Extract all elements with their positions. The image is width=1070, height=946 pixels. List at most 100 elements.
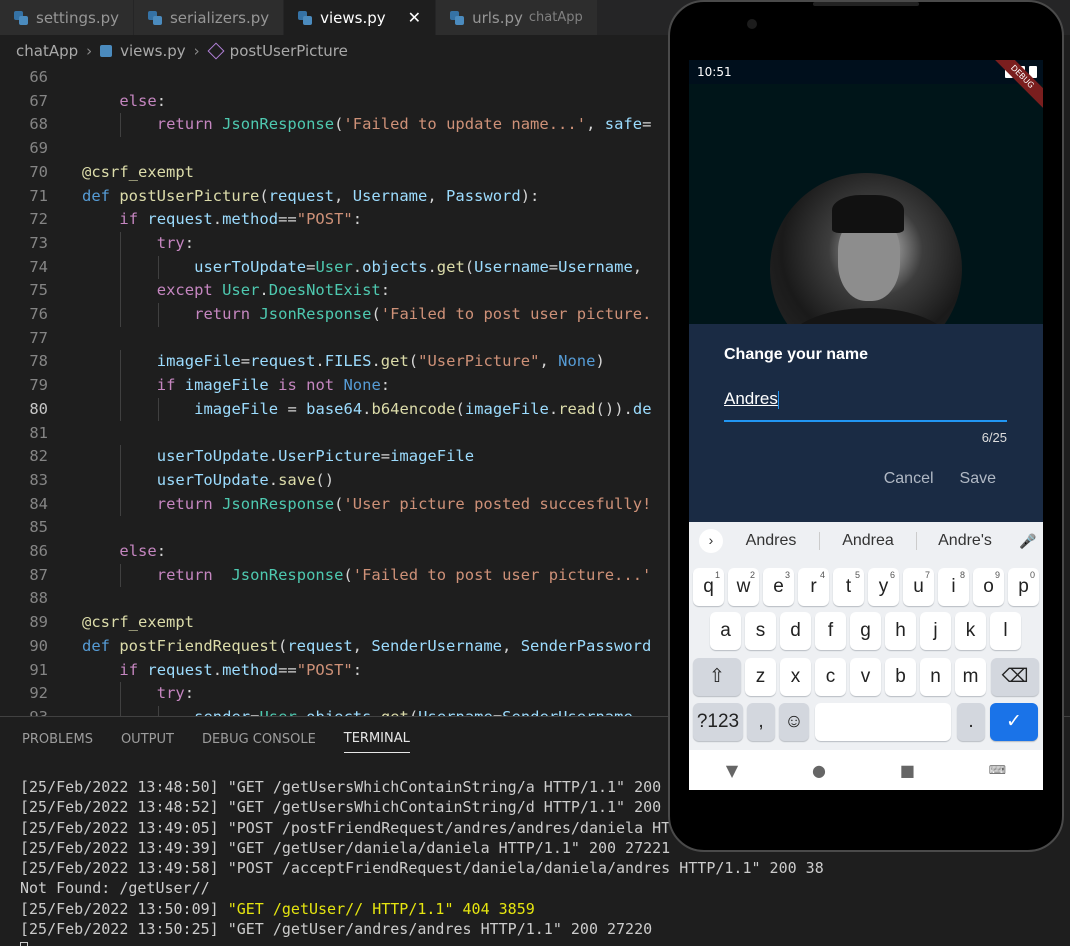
name-input[interactable]: Andres — [724, 386, 1007, 422]
breadcrumb-folder[interactable]: chatApp — [16, 42, 78, 60]
key-y[interactable]: y6 — [868, 568, 899, 606]
recents-nav-icon[interactable]: ■ — [900, 761, 915, 780]
code-line[interactable]: 70 @csrf_exempt — [0, 161, 680, 185]
emoji-key[interactable]: ☺ — [779, 703, 809, 741]
code-line[interactable]: 81 — [0, 422, 680, 446]
line-number: 91 — [29, 660, 48, 679]
key-n[interactable]: n — [920, 658, 951, 696]
suggestion-2[interactable]: Andrea — [820, 532, 916, 550]
key-d[interactable]: d — [780, 612, 811, 650]
code-text: userToUpdate.save() — [156, 470, 335, 489]
tab-label: settings.py — [36, 8, 119, 27]
code-line[interactable]: 78 imageFile=request.FILES.get("UserPict… — [0, 350, 680, 375]
code-line[interactable]: 92 try: — [0, 682, 680, 706]
key-k[interactable]: k — [955, 612, 986, 650]
breadcrumb-file[interactable]: views.py — [120, 42, 186, 60]
home-nav-icon[interactable]: ● — [812, 761, 826, 780]
key-q[interactable]: q1 — [693, 568, 724, 606]
tab-views-py[interactable]: views.py ✕ — [284, 0, 437, 35]
save-button[interactable]: Save — [960, 470, 996, 488]
line-number: 89 — [29, 613, 48, 632]
code-line[interactable]: 90 def postFriendRequest(request, SenderU… — [0, 635, 680, 659]
suggestion-3[interactable]: Andre's — [917, 532, 1013, 550]
key-z[interactable]: z — [745, 658, 776, 696]
key-row-3: ⇧ z x c v b n m ⌫ — [689, 658, 1043, 696]
key-m[interactable]: m — [955, 658, 986, 696]
close-icon[interactable]: ✕ — [408, 8, 421, 27]
code-line[interactable]: 83 userToUpdate.save() — [0, 468, 680, 493]
code-line[interactable]: 69 — [0, 137, 680, 161]
key-x[interactable]: x — [780, 658, 811, 696]
code-line[interactable]: 75 except User.DoesNotExist: — [0, 279, 680, 303]
code-line[interactable]: 76 return JsonResponse('Failed to post u… — [0, 303, 680, 327]
key-s[interactable]: s — [745, 612, 776, 650]
python-file-icon — [100, 45, 113, 57]
code-text: if imageFile is not None: — [156, 376, 391, 395]
breadcrumb-symbol[interactable]: postUserPicture — [230, 42, 348, 60]
tab-serializers-py[interactable]: serializers.py — [133, 0, 285, 35]
code-line[interactable]: 87 return JsonResponse('Failed to post u… — [0, 563, 680, 588]
char-counter: 6/25 — [981, 430, 1007, 445]
tab-urls-py[interactable]: urls.py chatApp — [436, 0, 598, 35]
key-a[interactable]: a — [710, 612, 741, 650]
key-t[interactable]: t5 — [833, 568, 864, 606]
key-w[interactable]: w2 — [728, 568, 759, 606]
code-line[interactable]: 86 else: — [0, 540, 680, 564]
comma-key[interactable]: , — [747, 703, 775, 741]
code-line[interactable]: 67 else: — [0, 90, 680, 114]
code-line[interactable]: 77 — [0, 327, 680, 351]
code-line[interactable]: 71 def postUserPicture(request, Username,… — [0, 185, 680, 209]
code-line[interactable]: 72 if request.method=="POST": — [0, 208, 680, 232]
code-line[interactable]: 89 @csrf_exempt — [0, 611, 680, 635]
chevron-right-icon[interactable]: › — [699, 529, 723, 553]
tab-debug-console[interactable]: DEBUG CONSOLE — [202, 726, 316, 753]
tab-problems[interactable]: PROBLEMS — [22, 726, 93, 753]
tab-settings-py[interactable]: settings.py — [0, 0, 134, 35]
key-u[interactable]: u7 — [903, 568, 934, 606]
code-line[interactable]: 84 return JsonResponse('User picture pos… — [0, 492, 680, 517]
line-number: 66 — [29, 68, 48, 86]
back-nav-icon[interactable]: ▼ — [726, 761, 738, 780]
code-line[interactable]: 79 if imageFile is not None: — [0, 374, 680, 398]
code-line[interactable]: 73 try: — [0, 231, 680, 256]
code-line[interactable]: 68 return JsonResponse('Failed to update… — [0, 113, 680, 138]
key-f[interactable]: f — [815, 612, 846, 650]
symbols-key[interactable]: ?123 — [693, 703, 743, 741]
tab-folder-hint: chatApp — [528, 10, 583, 25]
key-p[interactable]: p0 — [1008, 568, 1039, 606]
backspace-key[interactable]: ⌫ — [991, 658, 1039, 696]
code-line[interactable]: 82 userToUpdate.UserPicture=imageFile — [0, 445, 680, 469]
code-editor[interactable]: 66 67 else: 68 return JsonResponse('Failed… — [0, 66, 680, 716]
key-g[interactable]: g — [850, 612, 881, 650]
key-v[interactable]: v — [850, 658, 881, 696]
key-l[interactable]: l — [990, 612, 1021, 650]
key-i[interactable]: i8 — [938, 568, 969, 606]
code-line[interactable]: 91 if request.method=="POST": — [0, 659, 680, 683]
code-line[interactable]: 93 sender=User.objects.get(Username=Send… — [0, 705, 680, 716]
cancel-button[interactable]: Cancel — [884, 470, 934, 488]
key-row-4: ?123, ☺. ✓ — [689, 703, 1043, 741]
code-line[interactable]: 85 — [0, 516, 680, 540]
mic-icon[interactable]: 🎤 — [1013, 533, 1043, 550]
code-line[interactable]: 66 — [0, 66, 680, 90]
keyboard-switch-icon[interactable]: ⌨ — [989, 763, 1006, 777]
code-line[interactable]: 88 — [0, 587, 680, 611]
key-hint: 1 — [714, 570, 720, 580]
key-o[interactable]: o9 — [973, 568, 1004, 606]
key-b[interactable]: b — [885, 658, 916, 696]
tab-terminal[interactable]: TERMINAL — [343, 725, 410, 753]
key-c[interactable]: c — [815, 658, 846, 696]
key-e[interactable]: e3 — [763, 568, 794, 606]
period-key[interactable]: . — [957, 703, 985, 741]
space-key[interactable] — [815, 703, 951, 741]
key-j[interactable]: j — [920, 612, 951, 650]
key-r[interactable]: r4 — [798, 568, 829, 606]
terminal-prompt[interactable] — [20, 939, 824, 946]
shift-key[interactable]: ⇧ — [693, 658, 741, 696]
key-h[interactable]: h — [885, 612, 916, 650]
tab-output[interactable]: OUTPUT — [121, 726, 174, 753]
suggestion-1[interactable]: Andres — [723, 532, 819, 550]
code-line[interactable]: 80 imageFile = base64.b64encode(imageFil… — [0, 397, 680, 422]
enter-key[interactable]: ✓ — [990, 703, 1038, 741]
code-line[interactable]: 74 userToUpdate=User.objects.get(Usernam… — [0, 255, 680, 280]
